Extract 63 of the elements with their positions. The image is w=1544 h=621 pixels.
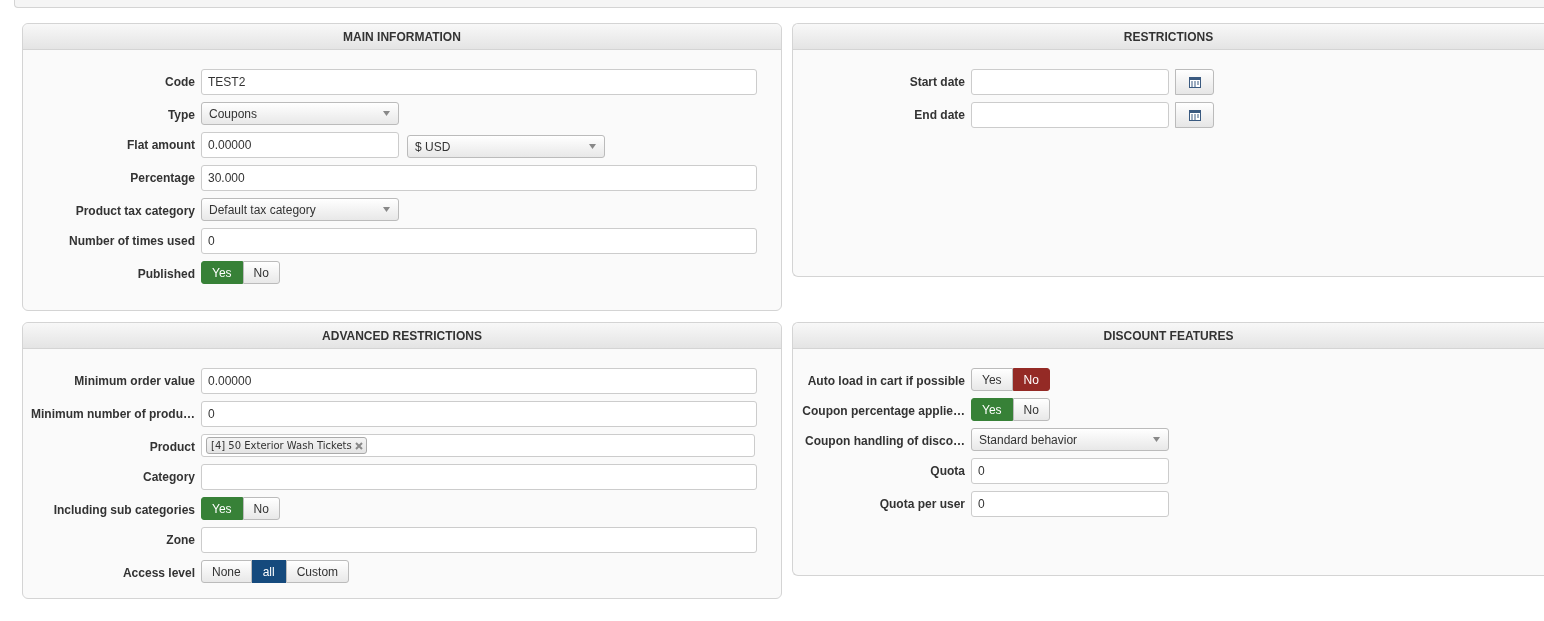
dropdown-arrow-icon <box>383 111 390 116</box>
text-field[interactable]: 0.00000 <box>201 132 399 158</box>
text-field[interactable] <box>201 464 757 490</box>
toggle-option[interactable]: Yes <box>201 497 243 520</box>
panel-title: ADVANCED RESTRICTIONS <box>23 323 781 349</box>
toggle-option[interactable]: Yes <box>201 261 243 284</box>
toggle-option[interactable]: all <box>251 560 286 583</box>
calendar-icon <box>1188 76 1201 88</box>
toggle-option[interactable]: No <box>242 261 280 284</box>
dropdown[interactable]: Coupons <box>201 102 399 125</box>
calendar-button[interactable] <box>1175 69 1214 95</box>
toggle-option[interactable]: Custom <box>285 560 350 583</box>
field-label: Coupon handling of disco… <box>804 433 965 450</box>
panel-title: DISCOUNT FEATURES <box>793 323 1544 349</box>
text-field[interactable]: 0 <box>971 491 1169 517</box>
field-label: Including sub categories <box>52 502 195 519</box>
text-field[interactable]: TEST2 <box>201 69 757 95</box>
dropdown[interactable]: Default tax category <box>201 198 399 221</box>
field-label: Start date <box>908 74 965 91</box>
toggle-option[interactable]: Yes <box>971 368 1013 391</box>
toggle-option[interactable]: None <box>201 560 252 583</box>
field-label: Category <box>142 469 195 486</box>
dropdown-arrow-icon <box>1153 437 1160 442</box>
dropdown-arrow-icon <box>383 207 390 212</box>
field-label: Minimum number of produ… <box>30 406 195 423</box>
field-label: Quota per user <box>878 496 965 513</box>
toggle-option[interactable]: Yes <box>971 398 1013 421</box>
remove-icon[interactable] <box>354 441 363 450</box>
field-label: Flat amount <box>126 137 195 154</box>
product-tag[interactable]: [4] 50 Exterior Wash Tickets <box>206 437 367 454</box>
field-label: Product tax category <box>74 203 195 220</box>
panel-title: RESTRICTIONS <box>793 24 1544 50</box>
text-field[interactable]: 0.00000 <box>201 368 757 394</box>
field-label: End date <box>913 107 965 124</box>
text-field[interactable]: 30.000 <box>201 165 757 191</box>
field-label: Number of times used <box>67 233 195 250</box>
field-label: Access level <box>121 565 195 582</box>
dropdown[interactable]: Standard behavior <box>971 428 1169 451</box>
text-field[interactable]: 0 <box>971 458 1169 484</box>
text-field[interactable]: 0 <box>201 401 757 427</box>
field-label: Product <box>148 439 195 456</box>
toggle-option[interactable]: No <box>1012 398 1050 421</box>
field-label: Auto load in cart if possible <box>806 373 965 390</box>
dropdown[interactable]: $ USD <box>407 135 605 158</box>
calendar-icon <box>1188 109 1201 121</box>
toggle-option[interactable]: No <box>1012 368 1050 391</box>
text-field[interactable]: 0 <box>201 228 757 254</box>
field-label: Zone <box>165 532 195 549</box>
field-label: Quota <box>929 463 965 480</box>
text-field[interactable] <box>971 69 1169 95</box>
text-field[interactable] <box>971 102 1169 128</box>
field-label: Type <box>166 107 195 124</box>
field-label: Minimum order value <box>73 373 195 390</box>
calendar-button[interactable] <box>1175 102 1214 128</box>
field-label: Published <box>136 266 195 283</box>
dropdown-arrow-icon <box>589 144 596 149</box>
text-field[interactable] <box>201 527 757 553</box>
field-label: Percentage <box>129 170 195 187</box>
tag-field[interactable]: [4] 50 Exterior Wash Tickets <box>201 434 755 457</box>
toggle-option[interactable]: No <box>242 497 280 520</box>
panel-title: MAIN INFORMATION <box>23 24 781 50</box>
field-label: Coupon percentage applie… <box>801 403 965 420</box>
field-label: Code <box>164 74 195 91</box>
